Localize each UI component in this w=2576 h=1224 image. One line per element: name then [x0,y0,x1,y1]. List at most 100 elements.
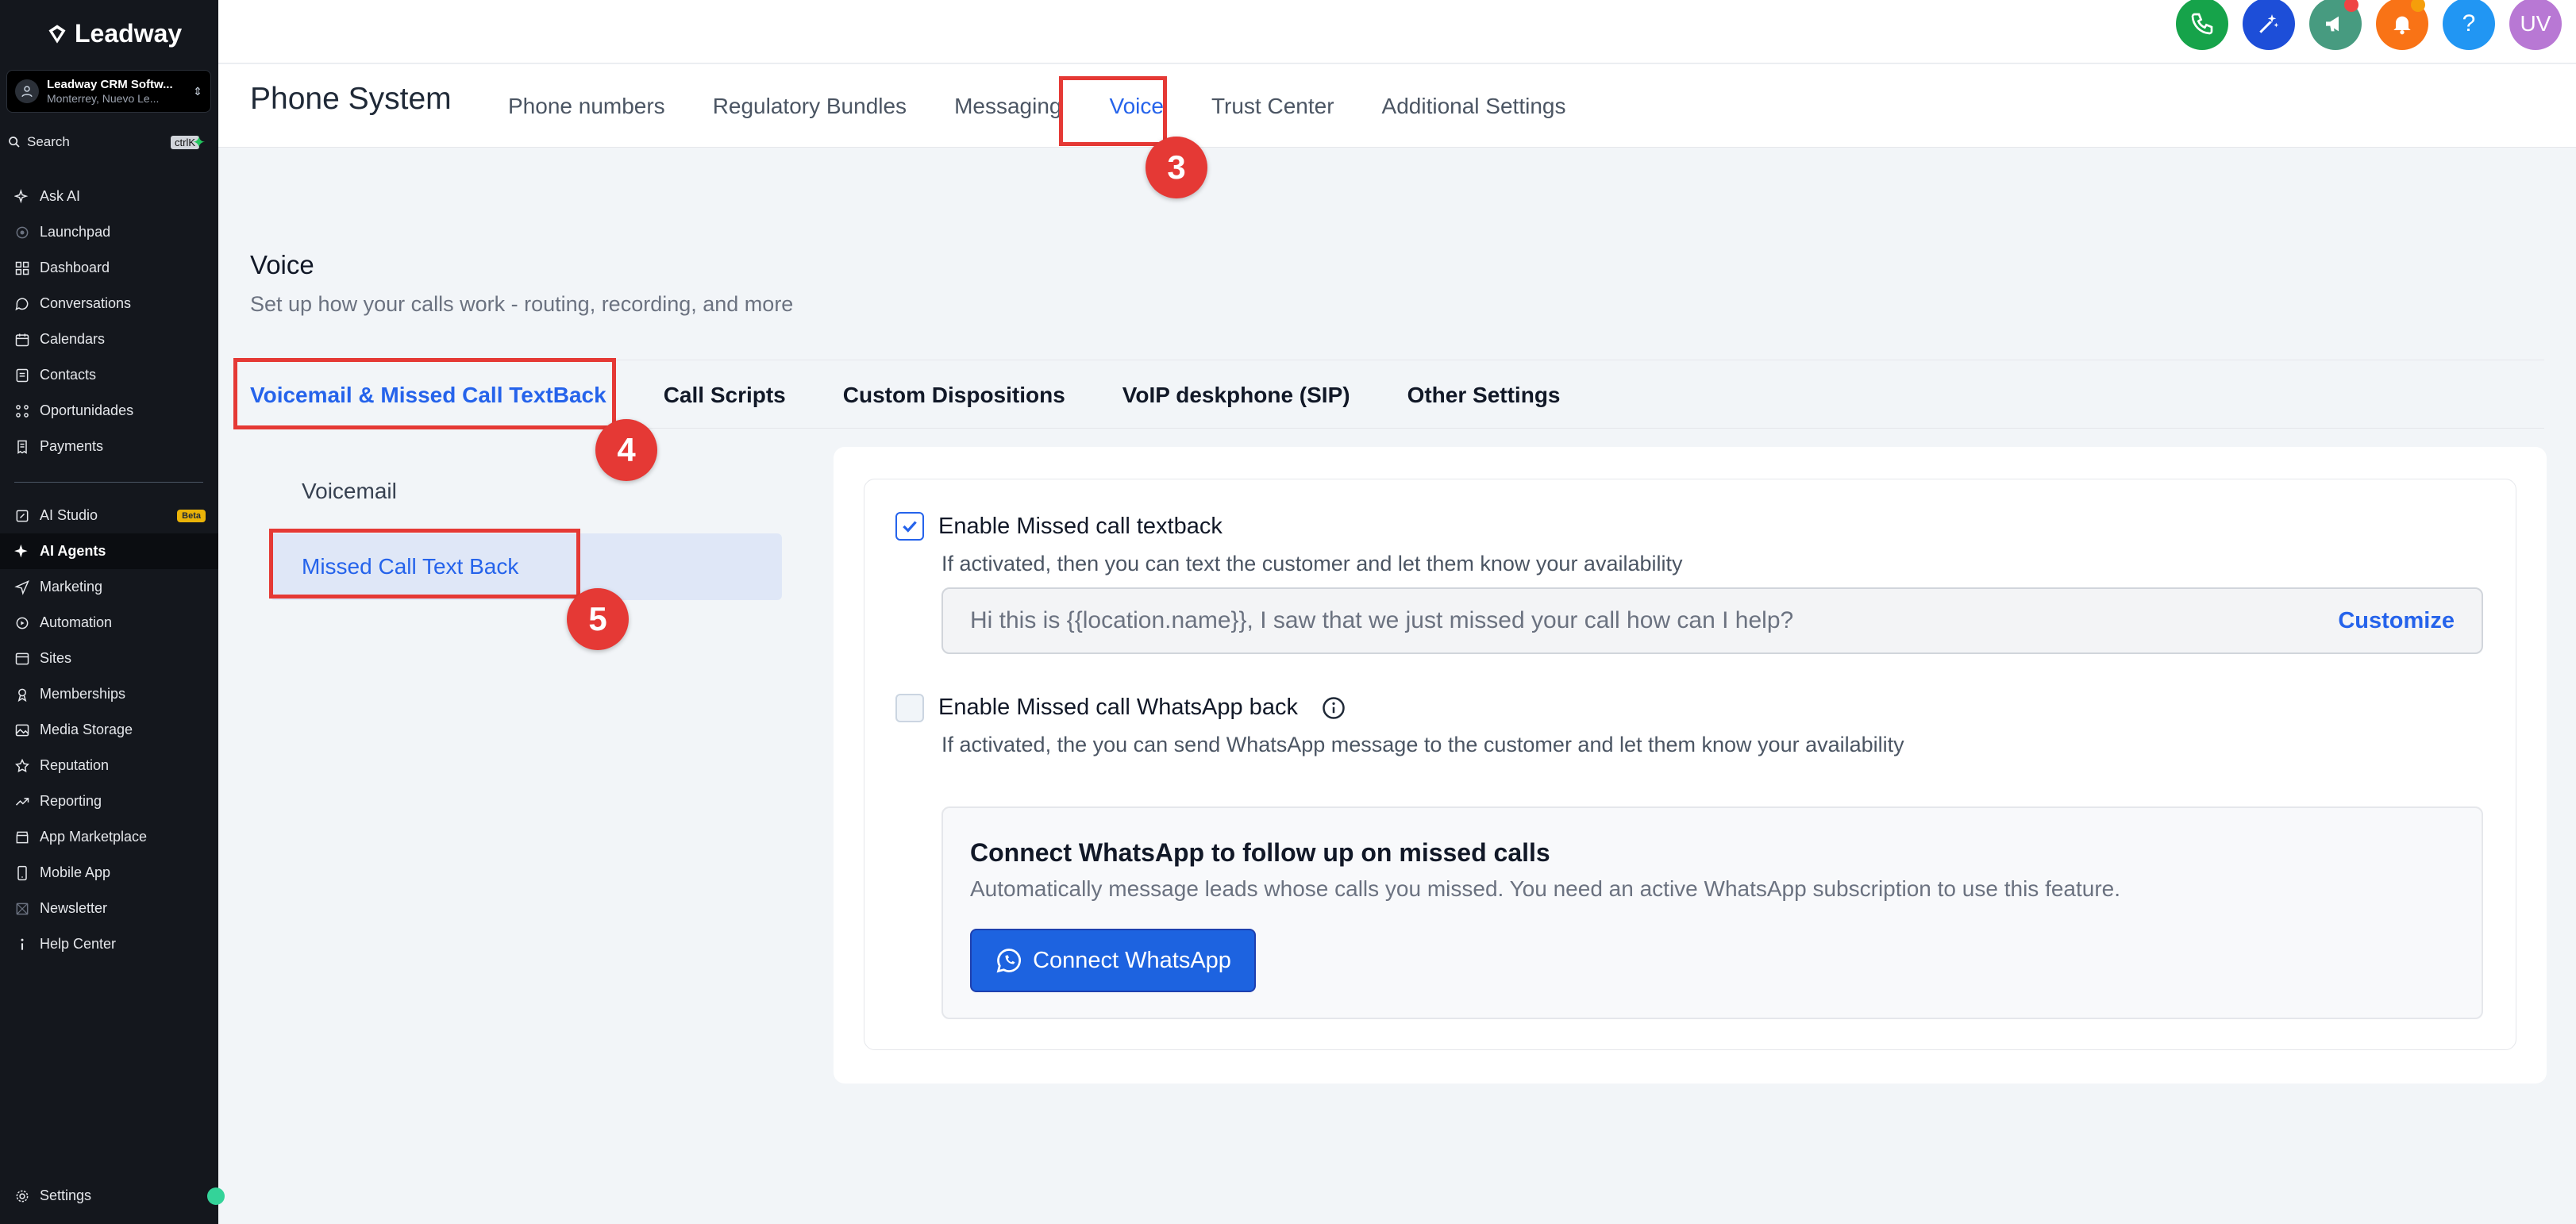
annotation-box-missed-call-subnav [269,529,580,599]
annotation-badge-4: 4 [595,419,657,481]
phone-call-button[interactable] [2176,0,2228,50]
whatsapp-checkbox[interactable] [895,694,924,722]
checkmark-icon [903,521,917,533]
textback-message: Hi this is {{location.name}}, I saw that… [970,607,1794,633]
newsletter-icon [16,903,29,914]
sidebar-item-app-marketplace[interactable]: App Marketplace [0,819,218,855]
annotation-badge-3: 3 [1146,137,1207,198]
sidebar-item-media-storage[interactable]: Media Storage [0,712,218,748]
sidebar-item-label: Oportunidades [40,402,134,418]
customize-button[interactable]: Customize [2338,608,2455,634]
sidebar-item-dashboard[interactable]: Dashboard [0,250,218,286]
sidebar: Leadway Leadway CRM Softw... Monterrey, … [0,0,225,1224]
sidebar-item-launchpad[interactable]: Launchpad [0,214,218,250]
sidebar-item-label: Settings [40,1187,92,1203]
info-icon[interactable] [1322,696,1346,720]
sidebar-item-payments[interactable]: Payments [0,429,218,464]
rocket-icon [16,226,29,238]
phone-icon [2191,13,2213,35]
sidebar-item-reporting[interactable]: Reporting [0,783,218,819]
brand-name: Leadway [75,19,183,48]
account-icon [15,79,39,103]
collapse-sidebar-handle[interactable] [207,1187,225,1205]
notifications-button[interactable] [2376,0,2428,50]
calendar-icon [15,333,29,346]
sidebar-item-contacts[interactable]: Contacts [0,357,218,393]
beta-badge: Beta [177,509,206,522]
sparkles-icon [14,544,28,557]
sidebar-item-ask-ai[interactable]: Ask AI [0,179,218,214]
funnel-icon [16,404,29,418]
connect-whatsapp-box: Connect WhatsApp to follow up on missed … [941,806,2483,1019]
user-avatar[interactable]: UV [2509,0,2562,50]
sidebar-item-ai-studio[interactable]: AI Studio Beta [0,498,218,533]
sidebar-item-label: Reputation [40,757,110,773]
quick-action-icon[interactable]: ✦ [192,133,206,152]
textback-description: If activated, then you can text the cust… [941,552,1683,575]
search-label: Search [27,134,70,149]
sidebar-item-ai-agents[interactable]: AI Agents [0,533,218,569]
sidebar-item-marketing[interactable]: Marketing [0,569,218,605]
phone-system-header: Phone System Phone numbers Regulatory Bu… [218,64,2576,148]
sidebar-item-label: Memberships [40,686,126,702]
subnav-voicemail[interactable]: Voicemail [270,458,782,525]
sidebar-item-label: Mobile App [40,864,111,880]
sidebar-item-label: AI Agents [40,543,106,559]
sidebar-item-reputation[interactable]: Reputation [0,748,218,783]
page-title: Phone System [250,82,452,116]
announcements-button[interactable] [2309,0,2362,50]
sidebar-item-calendars[interactable]: Calendars [0,321,218,357]
tab-custom-dispositions[interactable]: Custom Dispositions [843,383,1065,408]
sidebar-item-label: Ask AI [40,188,81,204]
sidebar-item-label: Sites [40,650,72,666]
sidebar-item-sites[interactable]: Sites [0,641,218,676]
leadway-logo-icon [48,24,66,44]
whatsapp-description: If activated, the you can send WhatsApp … [941,733,1904,756]
ai-assistant-button[interactable] [2243,0,2295,50]
sidebar-item-newsletter[interactable]: Newsletter [0,891,218,926]
tab-call-scripts[interactable]: Call Scripts [664,383,786,408]
textback-checkbox[interactable] [895,512,924,541]
magic-wand-icon [2259,14,2279,33]
sidebar-item-help-center[interactable]: Help Center [0,926,218,962]
help-button[interactable]: ? [2443,0,2495,50]
textback-message-field[interactable]: Hi this is {{location.name}}, I saw that… [941,587,2483,654]
ai-studio-icon [16,510,29,522]
connect-whatsapp-button[interactable]: Connect WhatsApp [970,929,1256,992]
sidebar-item-label: Dashboard [40,260,110,275]
textback-label: Enable Missed call textback [938,514,1223,539]
tab-phone-numbers[interactable]: Phone numbers [484,64,689,148]
tab-trust-center[interactable]: Trust Center [1188,64,1358,148]
search-bar[interactable]: Search ctrlK ✦ [8,130,210,154]
sidebar-item-oportunidades[interactable]: Oportunidades [0,393,218,429]
search-icon [9,137,20,148]
sidebar-settings: Settings [0,1178,218,1214]
sidebar-item-label: Reporting [40,793,102,809]
account-switcher[interactable]: Leadway CRM Softw... Monterrey, Nuevo Le… [6,70,211,113]
phone-icon [17,865,27,880]
sidebar-item-conversations[interactable]: Conversations [0,286,218,321]
image-icon [15,724,29,736]
membership-icon [17,688,27,702]
sidebar-nav-main: Ask AI Launchpad Dashboard Conversations… [0,179,218,464]
section-title: Voice [250,250,314,279]
bell-icon [2393,16,2411,35]
help-icon: ? [2462,10,2476,37]
sidebar-item-label: App Marketplace [40,829,148,845]
brand-logo[interactable]: Leadway [46,19,182,48]
tab-additional-settings[interactable]: Additional Settings [1358,64,1590,148]
sidebar-item-mobile-app[interactable]: Mobile App [0,855,218,891]
tab-voip-deskphone[interactable]: VoIP deskphone (SIP) [1122,383,1350,408]
sidebar-item-label: Payments [40,438,104,454]
sidebar-item-automation[interactable]: Automation [0,605,218,641]
connect-whatsapp-title: Connect WhatsApp to follow up on missed … [970,838,1550,867]
tab-other-settings[interactable]: Other Settings [1407,383,1561,408]
sidebar-item-label: Contacts [40,367,97,383]
sidebar-item-settings[interactable]: Settings [0,1178,218,1214]
megaphone-icon [2326,16,2339,32]
tab-regulatory-bundles[interactable]: Regulatory Bundles [689,64,930,148]
annotation-box-voicemail-tab [233,358,616,429]
sidebar-item-label: Marketing [40,579,103,595]
sidebar-nav-secondary: AI Studio Beta AI Agents Marketing Autom… [0,498,218,962]
sidebar-item-memberships[interactable]: Memberships [0,676,218,712]
